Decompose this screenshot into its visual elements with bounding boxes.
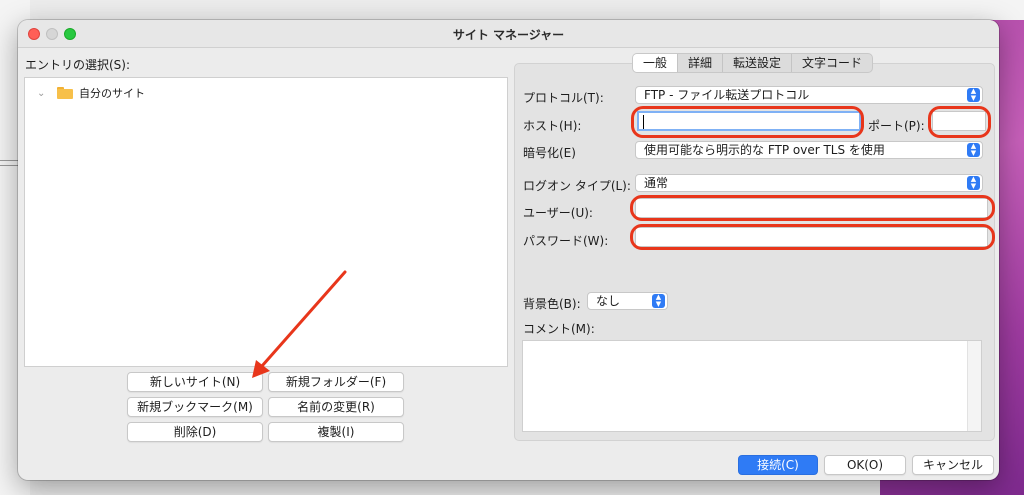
tab-transfer-settings[interactable]: 転送設定	[723, 54, 793, 72]
tab-advanced[interactable]: 詳細	[678, 54, 724, 72]
logon-type-select[interactable]: 通常 ▲ ▼	[635, 174, 983, 192]
site-tree[interactable]: ⌄ 自分のサイト	[24, 77, 508, 367]
tab-general[interactable]: 一般	[633, 54, 679, 72]
tree-item-label: 自分のサイト	[79, 87, 145, 100]
duplicate-button[interactable]: 複製(I)	[268, 422, 404, 442]
logon-type-label: ログオン タイプ(L):	[523, 179, 631, 193]
encryption-value: 使用可能なら明示的な FTP over TLS を使用	[644, 143, 885, 157]
annotation-ring-port	[928, 106, 991, 138]
logon-type-value: 通常	[644, 176, 669, 190]
window-title: サイト マネージャー	[452, 28, 565, 42]
annotation-ring-user	[630, 195, 995, 221]
new-bookmark-button[interactable]: 新規ブックマーク(M)	[127, 397, 263, 417]
background-color-value: なし	[596, 294, 621, 308]
titlebar: サイト マネージャー	[18, 20, 999, 48]
tree-item-my-sites[interactable]: ⌄ 自分のサイト	[37, 85, 145, 101]
settings-tabs: 一般 詳細 転送設定 文字コード	[632, 53, 874, 73]
host-label: ホスト(H):	[523, 119, 582, 133]
folder-icon	[57, 87, 73, 99]
user-label: ユーザー(U):	[523, 206, 593, 220]
new-folder-button[interactable]: 新規フォルダー(F)	[268, 372, 404, 392]
comment-label: コメント(M):	[523, 322, 595, 336]
new-site-button[interactable]: 新しいサイト(N)	[127, 372, 263, 392]
chevron-down-icon[interactable]: ⌄	[37, 88, 51, 99]
annotation-ring-host	[631, 106, 864, 138]
entry-select-label: エントリの選択(S):	[25, 58, 131, 72]
background-color-label: 背景色(B):	[523, 297, 581, 311]
chevron-updown-icon: ▲ ▼	[967, 143, 980, 157]
desktop-strip	[880, 0, 1024, 20]
port-label: ポート(P):	[868, 119, 925, 133]
site-manager-window: サイト マネージャー エントリの選択(S): ⌄ 自分のサイト 新しいサイト(N…	[18, 20, 999, 480]
chevron-updown-icon: ▲ ▼	[967, 176, 980, 190]
chevron-updown-icon: ▲ ▼	[652, 294, 665, 308]
comment-textarea[interactable]	[522, 340, 982, 432]
connect-button[interactable]: 接続(C)	[738, 455, 818, 475]
chevron-updown-icon: ▲ ▼	[967, 88, 980, 102]
protocol-select[interactable]: FTP - ファイル転送プロトコル ▲ ▼	[635, 86, 983, 104]
cancel-button[interactable]: キャンセル	[912, 455, 994, 475]
comment-scrollbar[interactable]	[967, 341, 981, 431]
annotation-ring-password	[630, 224, 995, 250]
rename-button[interactable]: 名前の変更(R)	[268, 397, 404, 417]
tab-charset[interactable]: 文字コード	[792, 54, 872, 72]
background-color-select[interactable]: なし ▲ ▼	[587, 292, 668, 310]
delete-button[interactable]: 削除(D)	[127, 422, 263, 442]
encryption-select[interactable]: 使用可能なら明示的な FTP over TLS を使用 ▲ ▼	[635, 141, 983, 159]
encryption-label: 暗号化(E)	[523, 146, 576, 160]
protocol-label: プロトコル(T):	[523, 91, 604, 105]
password-label: パスワード(W):	[523, 234, 609, 248]
protocol-value: FTP - ファイル転送プロトコル	[644, 88, 810, 102]
ok-button[interactable]: OK(O)	[824, 455, 906, 475]
